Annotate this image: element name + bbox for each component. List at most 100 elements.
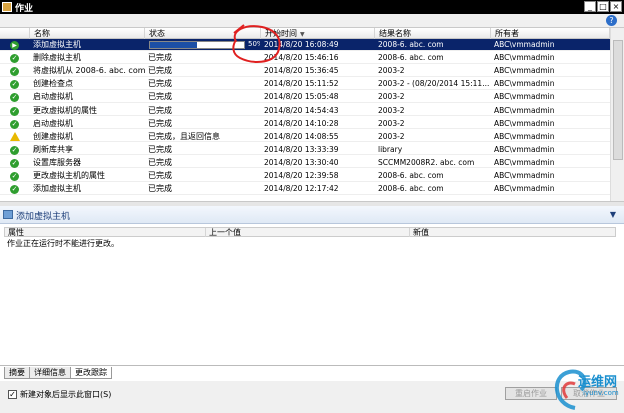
job-owner: ABC\vmmadmin (494, 79, 555, 89)
jobs-window-icon (2, 2, 12, 12)
previous-value-column-header[interactable]: 上一个值 (206, 228, 410, 237)
window-controls: _ □ × (584, 1, 622, 12)
tab-summary[interactable]: 摘要 (4, 367, 30, 379)
success-icon: ✓ (10, 172, 19, 181)
job-owner: ABC\vmmadmin (494, 53, 555, 63)
job-name: 删除虚拟主机 (33, 53, 81, 63)
job-status: 已完成，且返回信息 (148, 131, 220, 141)
job-status: 已完成 (148, 118, 172, 128)
watermark-subtext: iyunv.com (583, 389, 619, 397)
job-owner: ABC\vmmadmin (494, 118, 555, 128)
job-name: 更改虚拟机的属性 (33, 105, 97, 115)
job-status: 已完成 (148, 171, 172, 180)
success-icon: ✓ (10, 145, 19, 155)
success-icon: ✓ (10, 80, 19, 90)
job-name: 创建虚拟机 (33, 131, 73, 141)
job-status: 已完成 (148, 79, 172, 89)
grid-scrollbar[interactable] (610, 28, 624, 202)
success-icon: ✓ (10, 93, 19, 103)
job-row[interactable]: ▶ 添加虚拟主机 50% 2014/8/20 16:08:49 2008-6. abc.… (0, 39, 610, 51)
job-name: 添加虚拟主机 (33, 40, 81, 49)
detail-title: 添加虚拟主机 (16, 212, 71, 222)
job-start-time: 2014/8/20 12:17:42 (264, 184, 339, 194)
job-row[interactable]: ✓ 将虚拟机从 2008-6. abc. com ... 已完成 2014/8/20 … (0, 65, 610, 77)
job-row[interactable]: ✓ 添加虚拟主机 已完成 2014/8/20 12:17:42 2008-6. abc.… (0, 183, 610, 195)
name-column-label: 名称 (34, 29, 50, 38)
job-progress-fill (150, 42, 197, 48)
owner-column-label: 所有者 (495, 29, 519, 38)
result-name-column-label: 结果名称 (379, 29, 411, 38)
job-name: 更改虚拟主机的属性 (33, 171, 105, 180)
sort-descending-icon: ▼ (300, 31, 305, 38)
job-status: 已完成 (148, 157, 172, 167)
property-column-header[interactable]: 属性 (5, 228, 206, 237)
icon-column-header[interactable] (0, 28, 30, 39)
jobs-grid: 名称 状态 开始时间▼ 结果名称 所有者 ▶ 添加虚拟主机 50% 2014/8/20… (0, 27, 624, 202)
tab-details[interactable]: 详细信息 (29, 367, 71, 379)
minimize-button[interactable]: _ (584, 1, 596, 12)
close-button[interactable]: × (610, 1, 622, 12)
tab-change-tracking[interactable]: 更改跟踪 (70, 367, 112, 379)
result-name-column-header[interactable]: 结果名称 (375, 28, 491, 39)
job-row[interactable]: ✓ 创建检查点 已完成 2014/8/20 15:11:52 2003-2 - (08/… (0, 78, 610, 90)
job-row[interactable]: ✓ 删除虚拟主机 已完成 2014/8/20 15:46:16 2008-6. abc.… (0, 52, 610, 64)
detail-tabs: 摘要 详细信息 更改跟踪 (4, 367, 112, 379)
job-progress-percent: 50% (248, 40, 260, 48)
collapse-chevron-icon[interactable]: ▼ (610, 210, 616, 219)
maximize-button[interactable]: □ (597, 1, 609, 12)
success-icon: ✓ (10, 119, 19, 129)
job-start-time: 2014/8/20 15:11:52 (264, 79, 339, 89)
job-row[interactable]: ✓ 刷新库共享 已完成 2014/8/20 13:33:39 library ABC\vm… (0, 144, 610, 156)
running-icon: ▶ (10, 39, 26, 51)
job-name: 设置库服务器 (33, 157, 81, 167)
job-status: 已完成 (148, 144, 172, 154)
title-bar: 作业 _ □ × (0, 0, 624, 14)
scrollbar-thumb[interactable] (613, 40, 623, 160)
name-column-header[interactable]: 名称 (30, 28, 145, 39)
change-table-header: 属性 上一个值 新值 (4, 227, 616, 237)
job-owner: ABC\vmmadmin (494, 157, 555, 167)
success-icon: ✓ (10, 54, 19, 64)
status-column-header[interactable]: 状态 (145, 28, 261, 39)
job-name: 创建检查点 (33, 79, 73, 89)
owner-column-header[interactable]: 所有者 (491, 28, 610, 39)
job-owner: ABC\vmmadmin (494, 66, 555, 76)
warning-icon (10, 131, 26, 143)
job-row[interactable]: ✓ 启动虚拟机 已完成 2014/8/20 14:10:28 2003-2 ABC\vmm… (0, 118, 610, 130)
job-row[interactable]: ✓ 设置库服务器 已完成 2014/8/20 13:30:40 SCCMM2008R2.… (0, 157, 610, 169)
job-status: 50% (148, 39, 260, 51)
job-status: 已完成 (148, 184, 172, 194)
job-result-name: 2008-6. abc. com (378, 184, 444, 194)
footer-bar: ✓ 新建对象后显示此窗口(S) 重启作业 取消作业 (0, 381, 624, 413)
detail-header: 添加虚拟主机 ▼ (0, 206, 624, 224)
job-start-time: 2014/8/20 14:10:28 (264, 118, 339, 128)
job-status: 已完成 (148, 66, 172, 76)
job-result-name: library (378, 144, 403, 154)
success-icon: ✓ (10, 158, 19, 168)
start-time-column-header[interactable]: 开始时间 ▼ (261, 28, 375, 39)
job-row[interactable]: ✓ 更改虚拟主机的属性 已完成 2014/8/20 12:39:58 2008-6. a… (0, 170, 610, 182)
job-status: 已完成 (148, 105, 172, 115)
job-result-name: 2003-2 (378, 118, 405, 128)
job-result-name: 2008-6. abc. com (378, 171, 444, 180)
job-name: 添加虚拟主机 (33, 184, 81, 194)
job-start-time: 2014/8/20 14:08:55 (264, 131, 339, 141)
job-owner: ABC\vmmadmin (494, 144, 555, 154)
show-window-label: 新建对象后显示此窗口(S) (20, 390, 112, 399)
job-row[interactable]: 创建虚拟机 已完成，且返回信息 2014/8/20 14:08:55 2003-2 AB… (0, 131, 610, 143)
job-result-name: 2008-6. abc. com (378, 53, 444, 63)
help-bar: ? (0, 14, 624, 27)
show-window-checkbox[interactable]: ✓ (8, 390, 17, 399)
new-value-column-header[interactable]: 新值 (410, 228, 615, 237)
job-result-name: 2008-6. abc. com (378, 40, 444, 49)
property-column-label: 属性 (8, 228, 24, 237)
job-result-name: 2003-2 (378, 66, 405, 76)
job-row[interactable]: ✓ 更改虚拟机的属性 已完成 2014/8/20 14:54:43 2003-2 ABC\… (0, 105, 610, 117)
help-icon[interactable]: ? (606, 15, 617, 26)
job-name: 将虚拟机从 2008-6. abc. com ... (33, 66, 145, 76)
job-owner: ABC\vmmadmin (494, 131, 555, 141)
job-start-time: 2014/8/20 12:39:58 (264, 171, 339, 180)
window-title: 作业 (15, 4, 34, 14)
job-result-name: 2003-2 (378, 131, 405, 141)
job-row[interactable]: ✓ 启动虚拟机 已完成 2014/8/20 15:05:48 2003-2 ABC\vmm… (0, 91, 610, 103)
